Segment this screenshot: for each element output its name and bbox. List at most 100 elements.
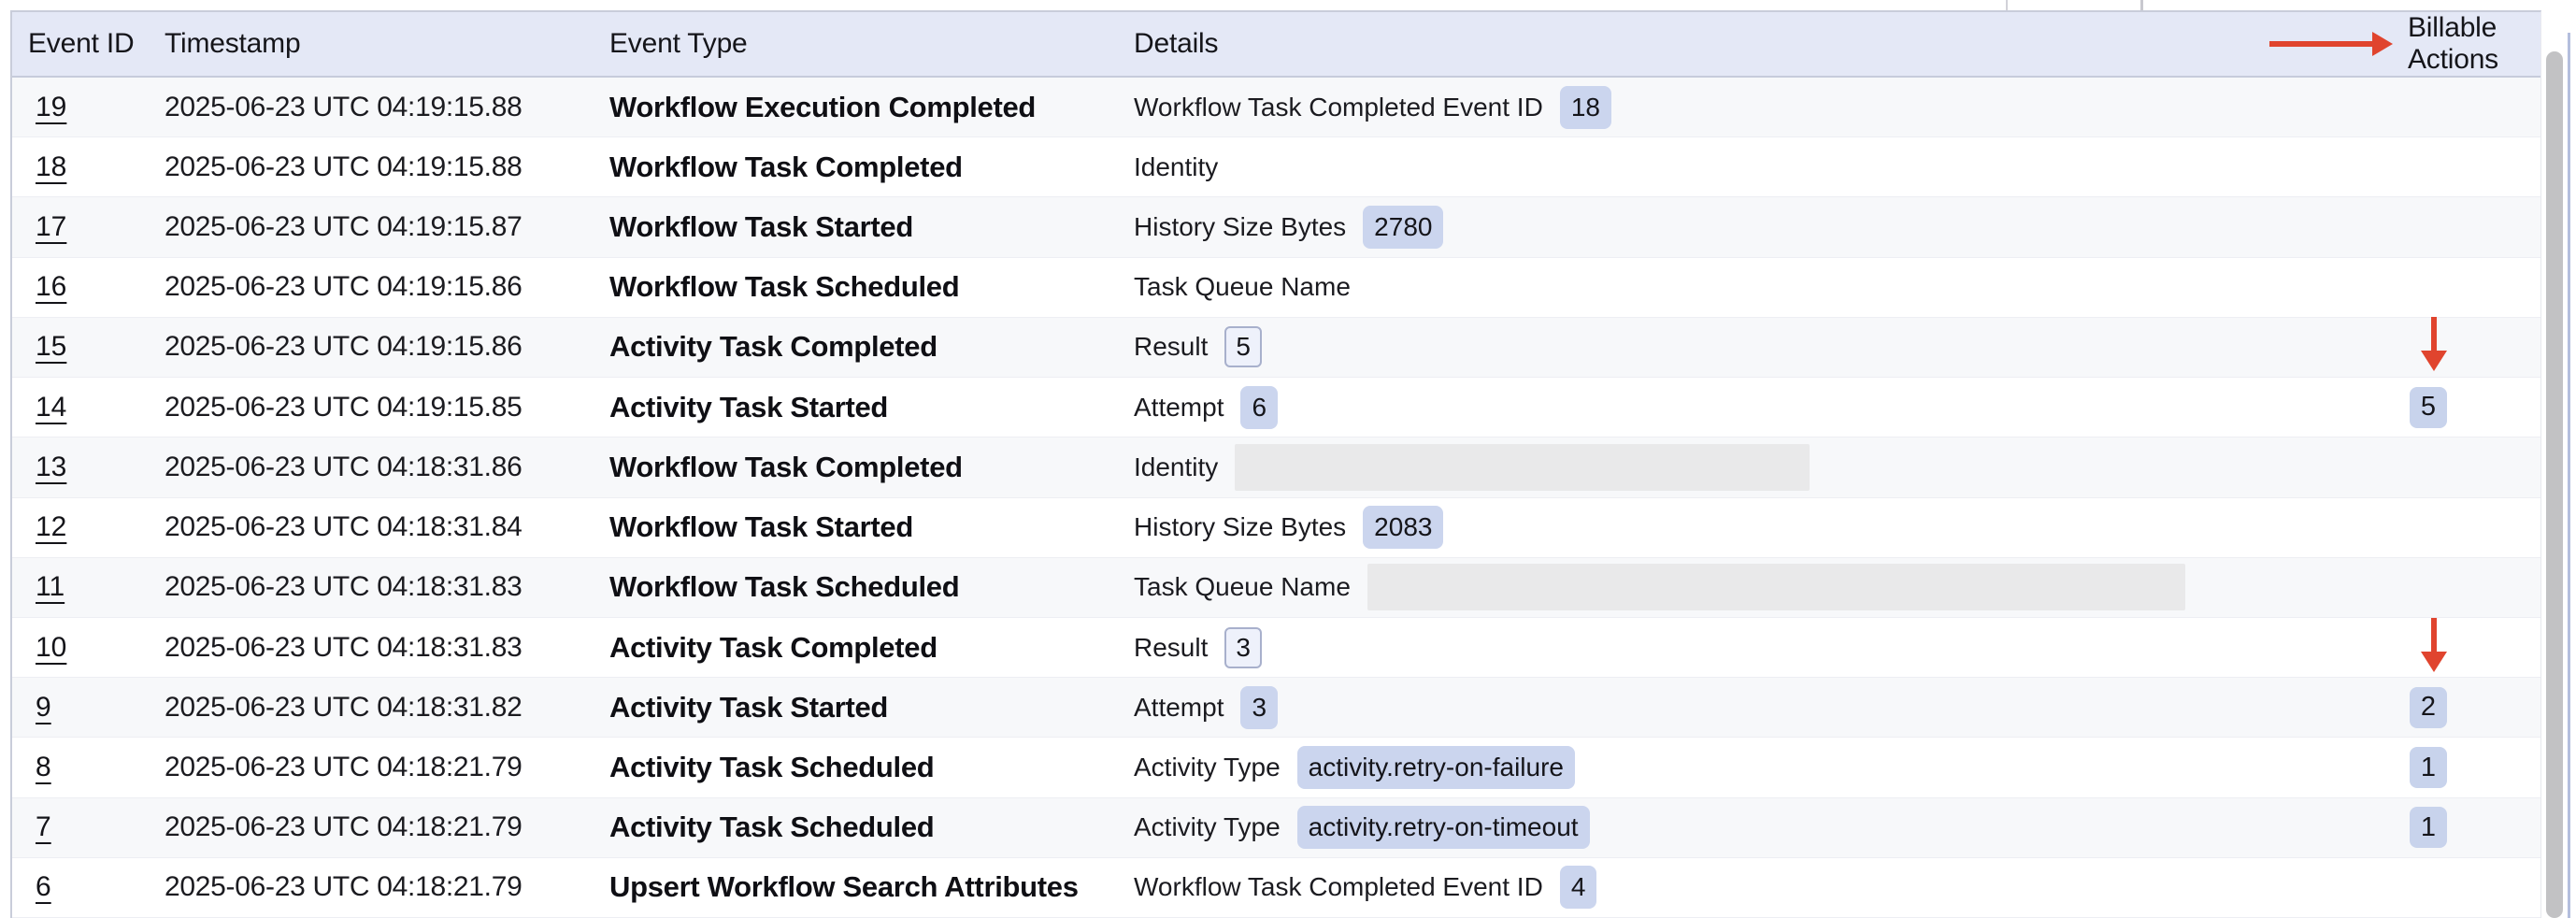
column-header-event-type[interactable]: Event Type xyxy=(609,28,1134,60)
table-row[interactable]: 8 2025-06-23 UTC 04:18:21.79 Activity Ta… xyxy=(12,738,2540,797)
details-cell: History Size Bytes 2083 xyxy=(1134,506,2269,549)
event-id-link[interactable]: 14 xyxy=(36,392,66,423)
event-type-text: Activity Task Scheduled xyxy=(609,751,934,783)
timestamp-text: 2025-06-23 UTC 04:19:15.86 xyxy=(165,271,522,302)
table-row[interactable]: 10 2025-06-23 UTC 04:18:31.83 Activity T… xyxy=(12,618,2540,678)
event-type-cell: Activity Task Scheduled xyxy=(609,810,1134,844)
event-id-link[interactable]: 19 xyxy=(36,92,66,122)
details-cell: Activity Type activity.retry-on-timeout xyxy=(1134,806,2269,849)
billable-actions-cell: 1 xyxy=(2269,747,2540,788)
detail-label: Result xyxy=(1134,633,1208,663)
detail-label: Task Queue Name xyxy=(1134,272,1351,302)
event-id-link[interactable]: 10 xyxy=(36,632,66,663)
column-header-billable-actions: Billable Actions xyxy=(2269,12,2540,76)
event-type-text: Workflow Task Completed xyxy=(609,451,963,483)
event-type-text: Activity Task Started xyxy=(609,691,888,724)
table-row[interactable]: 15 2025-06-23 UTC 04:19:15.86 Activity T… xyxy=(12,318,2540,378)
table-row[interactable]: 16 2025-06-23 UTC 04:19:15.86 Workflow T… xyxy=(12,258,2540,318)
detail-label: Activity Type xyxy=(1134,753,1281,782)
detail-label: Result xyxy=(1134,332,1208,362)
timestamp-text: 2025-06-23 UTC 04:19:15.88 xyxy=(165,92,522,122)
billable-actions-cell: 2 xyxy=(2269,687,2540,728)
timestamp-text: 2025-06-23 UTC 04:18:21.79 xyxy=(165,752,522,782)
details-cell: Identity xyxy=(1134,444,2269,491)
event-id-cell: 11 xyxy=(28,571,165,603)
timestamp-cell: 2025-06-23 UTC 04:18:21.79 xyxy=(165,811,609,843)
event-id-link[interactable]: 9 xyxy=(36,692,51,723)
red-arrow-down-icon xyxy=(2421,618,2447,672)
timestamp-cell: 2025-06-23 UTC 04:19:15.86 xyxy=(165,271,609,303)
event-id-cell: 10 xyxy=(28,632,165,664)
event-id-cell: 13 xyxy=(28,452,165,483)
red-arrow-down-icon xyxy=(2421,317,2447,371)
event-type-text: Workflow Task Started xyxy=(609,510,913,543)
detail-label: History Size Bytes xyxy=(1134,512,1346,542)
timestamp-text: 2025-06-23 UTC 04:18:31.83 xyxy=(165,632,522,663)
detail-value-badge: 4 xyxy=(1560,866,1597,909)
table-row[interactable]: 19 2025-06-23 UTC 04:19:15.88 Workflow E… xyxy=(12,78,2540,137)
billable-actions-cell xyxy=(2269,320,2540,374)
billable-actions-cell xyxy=(2269,621,2540,675)
timestamp-text: 2025-06-23 UTC 04:19:15.86 xyxy=(165,331,522,362)
event-type-cell: Workflow Task Started xyxy=(609,510,1134,544)
table-row[interactable]: 18 2025-06-23 UTC 04:19:15.88 Workflow T… xyxy=(12,137,2540,197)
event-id-link[interactable]: 16 xyxy=(36,271,66,302)
event-type-cell: Activity Task Completed xyxy=(609,330,1134,364)
detail-label: Activity Type xyxy=(1134,812,1281,842)
table-header-row: Event ID Timestamp Event Type Details Bi… xyxy=(12,12,2540,78)
event-history-screen: Event ID Timestamp Event Type Details Bi… xyxy=(0,0,2576,918)
timestamp-cell: 2025-06-23 UTC 04:18:31.82 xyxy=(165,692,609,724)
event-type-cell: Workflow Task Completed xyxy=(609,151,1134,184)
event-type-cell: Activity Task Scheduled xyxy=(609,751,1134,784)
event-id-link[interactable]: 6 xyxy=(36,871,51,902)
event-type-cell: Workflow Task Scheduled xyxy=(609,570,1134,604)
event-type-cell: Activity Task Started xyxy=(609,691,1134,724)
timestamp-text: 2025-06-23 UTC 04:18:21.79 xyxy=(165,871,522,902)
table-row[interactable]: 17 2025-06-23 UTC 04:19:15.87 Workflow T… xyxy=(12,197,2540,257)
event-id-cell: 14 xyxy=(28,392,165,423)
details-cell: Attempt 3 xyxy=(1134,686,2269,729)
event-id-cell: 9 xyxy=(28,692,165,724)
table-row[interactable]: 9 2025-06-23 UTC 04:18:31.82 Activity Ta… xyxy=(12,678,2540,738)
timestamp-cell: 2025-06-23 UTC 04:19:15.87 xyxy=(165,211,609,243)
event-id-cell: 7 xyxy=(28,811,165,843)
vertical-scrollbar-thumb[interactable] xyxy=(2546,51,2563,918)
event-id-link[interactable]: 13 xyxy=(36,452,66,482)
event-id-cell: 6 xyxy=(28,871,165,903)
table-row[interactable]: 12 2025-06-23 UTC 04:18:31.84 Workflow T… xyxy=(12,498,2540,558)
detail-label: Attempt xyxy=(1134,393,1224,423)
table-row[interactable]: 6 2025-06-23 UTC 04:18:21.79 Upsert Work… xyxy=(12,858,2540,918)
column-header-event-id[interactable]: Event ID xyxy=(28,28,165,60)
event-type-cell: Workflow Task Completed xyxy=(609,451,1134,484)
event-id-link[interactable]: 18 xyxy=(36,151,66,182)
detail-value-badge: 3 xyxy=(1224,627,1262,668)
timestamp-cell: 2025-06-23 UTC 04:18:31.86 xyxy=(165,452,609,483)
details-cell: Activity Type activity.retry-on-failure xyxy=(1134,746,2269,789)
details-cell: Identity xyxy=(1134,152,2269,182)
details-cell: Task Queue Name xyxy=(1134,564,2269,610)
event-type-cell: Workflow Task Started xyxy=(609,210,1134,244)
event-id-link[interactable]: 8 xyxy=(36,752,51,782)
detail-value-badge: 3 xyxy=(1240,686,1278,729)
column-header-timestamp[interactable]: Timestamp xyxy=(165,28,609,60)
details-cell: Workflow Task Completed Event ID 18 xyxy=(1134,86,2269,129)
billable-actions-badge: 2 xyxy=(2410,687,2447,728)
event-id-link[interactable]: 11 xyxy=(36,571,64,602)
event-id-link[interactable]: 15 xyxy=(36,331,66,362)
timestamp-text: 2025-06-23 UTC 04:18:31.82 xyxy=(165,692,522,723)
detail-label: History Size Bytes xyxy=(1134,212,1346,242)
table-row[interactable]: 14 2025-06-23 UTC 04:19:15.85 Activity T… xyxy=(12,378,2540,437)
table-row[interactable]: 13 2025-06-23 UTC 04:18:31.86 Workflow T… xyxy=(12,437,2540,497)
event-id-link[interactable]: 7 xyxy=(36,811,51,842)
detail-value-badge: 2083 xyxy=(1363,506,1443,549)
table-row[interactable]: 11 2025-06-23 UTC 04:18:31.83 Workflow T… xyxy=(12,558,2540,618)
details-cell: Task Queue Name xyxy=(1134,272,2269,302)
details-cell: Result 5 xyxy=(1134,326,2269,367)
event-id-link[interactable]: 12 xyxy=(36,511,66,542)
table-row[interactable]: 7 2025-06-23 UTC 04:18:21.79 Activity Ta… xyxy=(12,798,2540,858)
detail-label: Workflow Task Completed Event ID xyxy=(1134,872,1543,902)
detail-label: Task Queue Name xyxy=(1134,572,1351,602)
event-type-cell: Workflow Task Scheduled xyxy=(609,270,1134,304)
detail-label: Identity xyxy=(1134,452,1218,482)
event-id-link[interactable]: 17 xyxy=(36,211,66,242)
